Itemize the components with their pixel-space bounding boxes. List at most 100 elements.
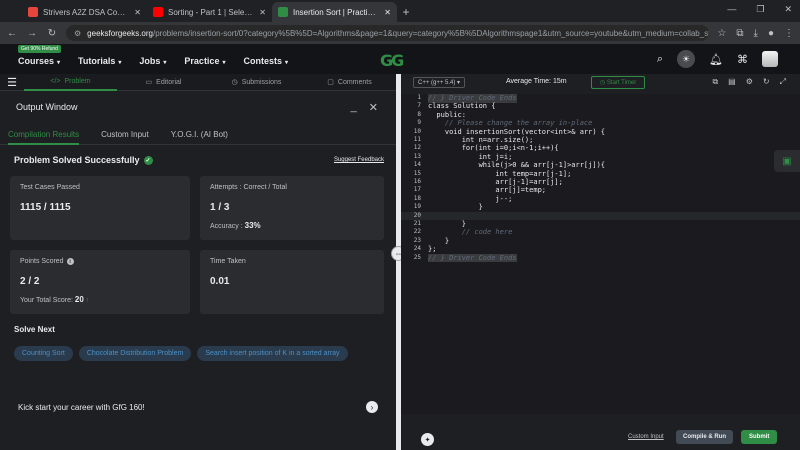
start-timer-button[interactable]: ◷ Start Timer — [591, 76, 646, 89]
problem-tab[interactable]: ▢ Comments — [303, 74, 396, 91]
favicon-icon — [278, 7, 288, 17]
reload-icon[interactable]: ↻ — [46, 28, 58, 39]
output-window-title: Output Window — [16, 102, 78, 112]
nav-item[interactable]: Practice ▾ — [184, 56, 225, 66]
code-line: 18 j--; — [401, 195, 800, 204]
browser-tab[interactable]: Strivers A2Z DSA Course/Sheet ✕ — [22, 2, 147, 22]
settings-icon[interactable]: ⚙ — [746, 77, 753, 87]
code-line: 1 // } Driver Code Ends — [401, 94, 800, 103]
line-number: 15 — [413, 169, 421, 177]
hamburger-menu-icon[interactable]: ☰ — [0, 76, 24, 89]
custom-input-link[interactable]: Custom Input — [628, 434, 664, 440]
output-tab[interactable]: Compilation Results — [8, 130, 80, 145]
output-tab[interactable]: Custom Input — [101, 130, 149, 139]
close-tab-icon[interactable]: ✕ — [384, 8, 391, 17]
problem-tab[interactable]: </> Problem — [24, 74, 117, 91]
solve-next-chip[interactable]: Search insert position of K in a sorted … — [197, 346, 348, 361]
lightbulb-icon[interactable]: ✦ — [421, 433, 434, 446]
fullscreen-icon[interactable]: ⤢ — [780, 77, 786, 87]
extensions-icon[interactable]: ⧉ — [736, 28, 743, 39]
copy-icon[interactable]: ⧉ — [712, 77, 718, 87]
avatar[interactable] — [762, 51, 778, 67]
close-output-icon[interactable]: ✕ — [369, 101, 378, 114]
line-number: 14 — [413, 161, 421, 169]
gfg-logo[interactable]: GG — [380, 51, 404, 70]
test-cases-label: Test Cases Passed — [20, 184, 80, 191]
solve-next-chip[interactable]: Chocolate Distribution Problem — [78, 346, 192, 361]
chevron-down-icon: ▾ — [163, 60, 167, 66]
browser-tab[interactable]: Sorting - Part 1 | Selection Sort ✕ — [147, 2, 272, 22]
language-select[interactable]: C++ (g++ 5.4) ▾ — [413, 77, 466, 88]
new-tab-button[interactable]: + — [397, 2, 415, 22]
browser-tab[interactable]: Insertion Sort | Practice | Geeks ✕ — [272, 2, 397, 22]
code-line: 8 public: — [401, 111, 800, 120]
theme-toggle-icon[interactable]: ☀ — [677, 50, 696, 68]
minimize-icon[interactable]: — — [727, 4, 736, 15]
header-actions: ⌕ ☀ 🔔︎ ⌘ — [657, 50, 778, 68]
url-field[interactable]: ⚙ geeksforgeeks.org/problems/insertion-s… — [66, 25, 710, 41]
browser-tab-title: Strivers A2Z DSA Course/Sheet — [43, 7, 129, 17]
minimize-output-icon[interactable]: _ — [351, 101, 357, 114]
career-text: Kick start your career with GfG 160! — [18, 402, 145, 412]
url-path: /problems/insertion-sort/0?category%5B%5… — [153, 28, 710, 38]
code-text: public: — [428, 110, 466, 119]
tab-icon: ▢ — [327, 79, 334, 86]
total-score-value: 20 — [74, 295, 84, 304]
code-editor[interactable]: 1// } Driver Code Ends 7 class Solution {8… — [401, 94, 800, 414]
site-info-icon[interactable]: ⚙ — [74, 29, 81, 38]
output-window-header: Output Window _ ✕ — [0, 95, 396, 119]
chat-icon[interactable]: ▣ — [774, 150, 800, 172]
browser-menu-icon[interactable]: ⋮ — [784, 28, 794, 39]
submit-button[interactable]: Submit — [741, 430, 778, 444]
browser-tab-title: Insertion Sort | Practice | Geeks — [293, 7, 379, 17]
nav-item[interactable]: Courses ▾ — [18, 56, 60, 66]
maximize-icon[interactable]: ❐ — [756, 4, 764, 15]
refund-badge[interactable]: Get 90% Refund — [18, 45, 61, 53]
nav-item-label: Tutorials — [78, 56, 116, 66]
notification-bell-icon[interactable]: 🔔︎ — [709, 53, 723, 66]
downloads-icon[interactable]: ⤓ — [754, 28, 758, 39]
code-line: 25 // } Driver Code Ends — [401, 253, 800, 263]
output-tab[interactable]: Y.O.G.I. (AI Bot) — [171, 130, 228, 139]
line-number: 8 — [417, 110, 421, 118]
code-line: 22 // code here — [401, 228, 800, 237]
file-icon[interactable]: ▤ — [728, 77, 736, 87]
close-tab-icon[interactable]: ✕ — [134, 8, 141, 17]
favicon-icon — [28, 7, 38, 17]
reset-icon[interactable]: ↻ — [763, 77, 770, 87]
code-line: 19 } — [401, 203, 800, 212]
compile-run-button[interactable]: Compile & Run — [676, 430, 733, 444]
line-number: 24 — [413, 245, 421, 253]
bookmark-star-icon[interactable]: ☆ — [717, 28, 726, 39]
accuracy-label: Accuracy : — [210, 223, 243, 230]
info-icon[interactable]: i — [66, 258, 74, 265]
nav-item[interactable]: Contests ▾ — [243, 56, 288, 66]
back-icon[interactable]: ← — [6, 28, 18, 39]
line-number: 17 — [413, 186, 421, 194]
career-banner[interactable]: Kick start your career with GfG 160! › — [10, 396, 384, 418]
line-number: 9 — [417, 119, 421, 127]
code-line: 7 class Solution { — [401, 102, 800, 111]
favicon-icon — [153, 7, 163, 17]
forward-icon[interactable]: → — [26, 28, 38, 39]
code-line: 24}; — [401, 245, 800, 254]
solve-next-chip[interactable]: Counting Sort — [14, 346, 73, 361]
tab-icon: ▭ — [145, 79, 153, 86]
code-line: 23 } — [401, 237, 800, 246]
points-value: 2 / 2 — [20, 276, 40, 287]
line-number: 23 — [413, 236, 421, 244]
chevron-right-icon[interactable]: › — [366, 401, 378, 413]
suggest-feedback-link[interactable]: Suggest Feedback — [334, 157, 384, 163]
nav-item[interactable]: Tutorials ▾ — [78, 56, 121, 66]
problem-tab[interactable]: ▭ Editorial — [117, 74, 210, 91]
translate-icon[interactable]: ⌘ — [737, 53, 748, 66]
search-icon[interactable]: ⌕ — [657, 53, 663, 66]
problem-tab[interactable]: ◷ Submissions — [210, 74, 303, 91]
profile-icon[interactable]: ● — [768, 28, 774, 39]
code-text: } — [428, 236, 450, 245]
close-tab-icon[interactable]: ✕ — [259, 8, 266, 17]
problem-tab-label: Comments — [337, 78, 372, 86]
close-window-icon[interactable]: ✕ — [784, 4, 792, 15]
nav-item-label: Courses — [18, 56, 55, 66]
nav-item[interactable]: Jobs ▾ — [139, 56, 166, 66]
